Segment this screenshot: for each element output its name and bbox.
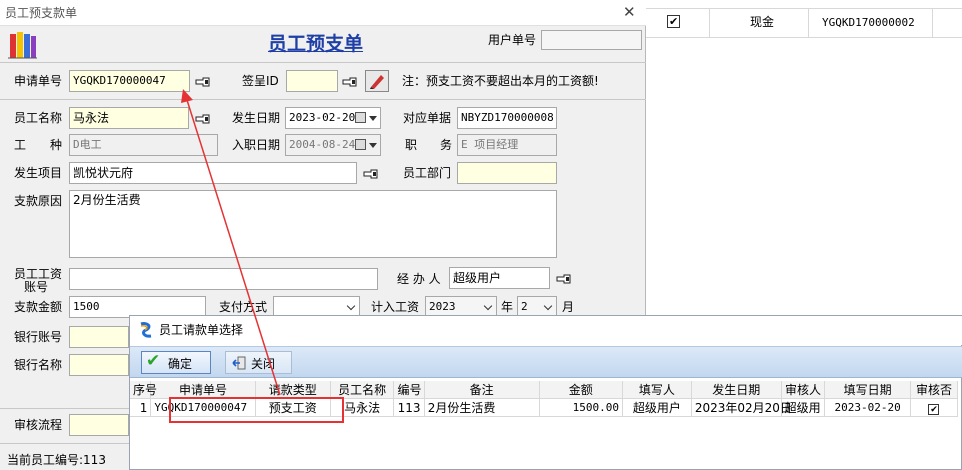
annotation-arrow [181,89,281,396]
